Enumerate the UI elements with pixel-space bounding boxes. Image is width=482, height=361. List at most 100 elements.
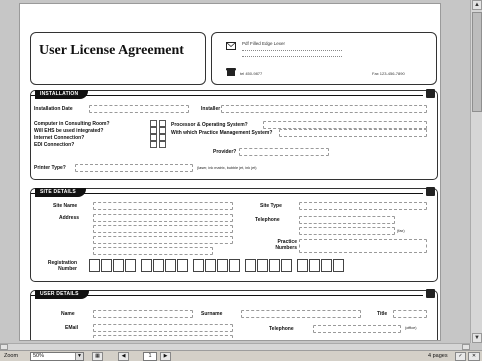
previous-page-button[interactable]: ◀ xyxy=(118,352,129,361)
title-label: Title xyxy=(377,311,388,317)
header-fax: Fax 123-456-7890 xyxy=(372,71,405,76)
printer-label: Printer Type? xyxy=(34,165,66,171)
pms-label: With which Practice Management System? xyxy=(171,130,273,136)
registration-box[interactable] xyxy=(177,259,188,272)
processor-label: Processor & Operating System? xyxy=(171,122,248,128)
registration-box[interactable] xyxy=(297,259,308,272)
registration-box[interactable] xyxy=(165,259,176,272)
surname-field[interactable] xyxy=(241,310,361,318)
provider-label: Provider? xyxy=(213,149,237,155)
address-line xyxy=(242,50,342,51)
chevron-down-icon[interactable]: ▼ xyxy=(75,353,83,360)
registration-box[interactable] xyxy=(229,259,240,272)
user-details-section: USER DETAILS Name Surname Title EMail Te… xyxy=(30,289,438,340)
site-details-section: SITE DETAILS Site Name Site Type Address… xyxy=(30,187,438,282)
registration-box[interactable] xyxy=(101,259,112,272)
fax-note: (fax) xyxy=(397,229,405,233)
integrated-no-checkbox[interactable] xyxy=(159,127,166,134)
envelope-icon xyxy=(226,42,236,50)
title-field[interactable] xyxy=(393,310,427,318)
header-phone: tel 450-9877 xyxy=(240,71,263,76)
registration-box[interactable] xyxy=(269,259,280,272)
document-page: User License Agreement Pdf Filled Edge L… xyxy=(20,4,440,340)
registration-box[interactable] xyxy=(333,259,344,272)
email-field[interactable] xyxy=(93,324,233,332)
user-telephone-field[interactable] xyxy=(313,325,401,333)
site-fax-field[interactable] xyxy=(299,227,395,235)
registration-box[interactable] xyxy=(245,259,256,272)
registration-box[interactable] xyxy=(89,259,100,272)
registration-label: Registration Number xyxy=(47,260,77,272)
user-icon xyxy=(426,289,435,298)
page-number-input[interactable]: 1 xyxy=(143,352,157,361)
scroll-down-arrow-icon[interactable]: ▼ xyxy=(472,333,482,343)
registration-box[interactable] xyxy=(309,259,320,272)
installer-field[interactable] xyxy=(221,105,427,113)
user-telephone-label: Telephone xyxy=(269,326,294,332)
pdf-viewer-window: User License Agreement Pdf Filled Edge L… xyxy=(0,0,482,361)
address-line-2[interactable] xyxy=(93,225,233,233)
site-name-label: Site Name xyxy=(53,203,78,209)
installation-section: INSTALLATION Installation Date Installer… xyxy=(30,89,438,180)
close-icon[interactable]: ✕ xyxy=(468,352,480,361)
site-telephone-field[interactable] xyxy=(299,216,395,224)
vertical-scroll-thumb[interactable] xyxy=(472,12,482,112)
page-number-value: 1 xyxy=(148,353,152,359)
address-label: Address xyxy=(59,215,80,221)
fit-page-button[interactable]: ▦ xyxy=(92,352,103,361)
practice-numbers-label: Practice Numbers xyxy=(275,239,297,251)
title-box: User License Agreement xyxy=(30,32,206,85)
internet-yes-checkbox[interactable] xyxy=(150,134,157,141)
registration-box[interactable] xyxy=(217,259,228,272)
site-type-field[interactable] xyxy=(299,202,427,210)
address-line-4[interactable] xyxy=(93,247,213,255)
header-address: Pdf Filled Edge Lexer xyxy=(242,41,286,46)
registration-box[interactable] xyxy=(113,259,124,272)
address-line-3[interactable] xyxy=(93,236,233,244)
edi-no-checkbox[interactable] xyxy=(159,141,166,148)
registration-box[interactable] xyxy=(321,259,332,272)
provider-field[interactable] xyxy=(239,148,329,156)
address-line xyxy=(242,56,342,57)
computer-label: Computer in Consulting Room? xyxy=(34,121,110,127)
user-details-section-title: USER DETAILS xyxy=(35,290,89,299)
integrated-label: Will EHS be used integrated? xyxy=(34,128,104,134)
registration-box[interactable] xyxy=(193,259,204,272)
edi-yes-checkbox[interactable] xyxy=(150,141,157,148)
practice-numbers-field[interactable] xyxy=(299,239,427,253)
site-details-section-title: SITE DETAILS xyxy=(35,188,86,197)
pms-field[interactable] xyxy=(279,129,427,137)
printer-field[interactable] xyxy=(75,164,193,172)
horizontal-scrollbar[interactable] xyxy=(0,343,470,350)
site-name-field[interactable] xyxy=(93,202,233,210)
registration-box[interactable] xyxy=(257,259,268,272)
telephone-icon xyxy=(226,68,236,76)
scroll-up-arrow-icon[interactable]: ▲ xyxy=(472,0,482,10)
installation-date-field[interactable] xyxy=(89,105,189,113)
installation-section-title: INSTALLATION xyxy=(35,90,89,99)
zoom-select[interactable]: 50% ▼ xyxy=(30,352,84,361)
computer-no-checkbox[interactable] xyxy=(159,120,166,127)
registration-box[interactable] xyxy=(153,259,164,272)
registration-box[interactable] xyxy=(281,259,292,272)
computer-yes-checkbox[interactable] xyxy=(150,120,157,127)
next-page-button[interactable]: ▶ xyxy=(160,352,171,361)
status-bar: Zoom 50% ▼ ▦ ◀ 1 ▶ 4 pages ✓ ✕ xyxy=(0,350,482,361)
checkmark-icon[interactable]: ✓ xyxy=(455,352,466,361)
processor-field[interactable] xyxy=(263,121,427,129)
registration-box[interactable] xyxy=(125,259,136,272)
building-icon xyxy=(426,187,435,196)
internet-no-checkbox[interactable] xyxy=(159,134,166,141)
name-field[interactable] xyxy=(93,310,193,318)
integrated-yes-checkbox[interactable] xyxy=(150,127,157,134)
installer-label: Installer xyxy=(201,106,221,112)
edi-label: EDI Connection? xyxy=(34,142,75,148)
zoom-value: 50% xyxy=(33,353,45,359)
registration-box[interactable] xyxy=(141,259,152,272)
address-line-1[interactable] xyxy=(93,214,233,222)
vertical-scrollbar[interactable]: ▲ ▼ xyxy=(470,0,482,343)
site-type-label: Site Type xyxy=(260,203,282,209)
email-field-2[interactable] xyxy=(93,335,233,340)
print-icon[interactable] xyxy=(426,89,435,98)
registration-box[interactable] xyxy=(205,259,216,272)
